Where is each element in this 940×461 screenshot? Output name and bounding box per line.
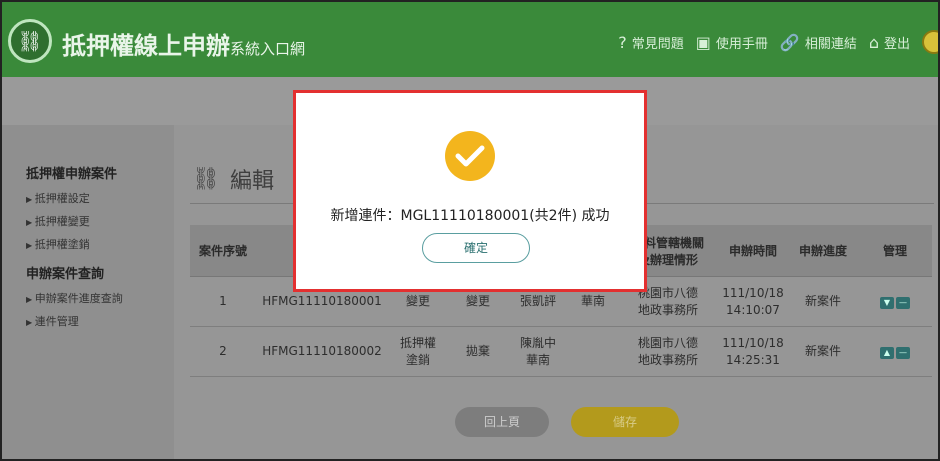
remove-button[interactable]: —: [896, 297, 910, 310]
table-row: 2 HFMG11110180002 抵押權 塗銷 拋棄 陳胤中 華南 桃園市八德…: [190, 326, 932, 377]
manage-cell: ▲ —: [858, 326, 932, 377]
success-dialog: 新增連件：MGL11110180001(共2件) 成功 確定: [293, 90, 647, 292]
manual-icon: ▣: [695, 32, 711, 52]
sidebar: 抵押權申辦案件 抵押權設定 抵押權變更 抵押權塗銷 申辦案件查詢 申辦案件進度查…: [2, 125, 174, 459]
nav-logout[interactable]: ⌂ 登出: [869, 33, 910, 52]
manage-cell: ▼ —: [858, 276, 932, 327]
sidebar-section-cases: 抵押權申辦案件: [26, 167, 118, 182]
edit-icon: ⛓: [192, 166, 220, 192]
top-nav: ? 常見問題 ▣ 使用手冊 🔗 相關連結 ⌂ 登出: [618, 30, 938, 54]
user-avatar[interactable]: [922, 30, 938, 54]
app-header: ⛓ 抵押權線上申辦系統入口網 ? 常見問題 ▣ 使用手冊 🔗 相關連結 ⌂ 登出: [2, 2, 938, 77]
remove-button[interactable]: —: [896, 347, 910, 360]
confirm-button[interactable]: 確定: [422, 233, 530, 263]
sidebar-item-cancel[interactable]: 抵押權塗銷: [26, 236, 174, 252]
sidebar-item-progress[interactable]: 申辦案件進度查詢: [26, 290, 174, 306]
faq-icon: ?: [618, 32, 627, 52]
nav-faq[interactable]: ? 常見問題: [618, 33, 684, 52]
page-title: ⛓ 編輯: [192, 166, 274, 195]
col-status: 申辦進度: [788, 225, 858, 277]
back-button[interactable]: 回上頁: [455, 407, 549, 437]
check-icon: [445, 131, 495, 181]
nav-manual[interactable]: ▣ 使用手冊: [696, 33, 768, 52]
app-title: 抵押權線上申辦系統入口網: [62, 32, 306, 60]
nav-links[interactable]: 🔗 相關連結: [780, 33, 857, 52]
col-seq: 案件序號: [190, 225, 256, 277]
col-time: 申辦時間: [718, 225, 788, 277]
move-down-button[interactable]: ▼: [880, 297, 894, 310]
app-window: ⛓ 抵押權線上申辦系統入口網 ? 常見問題 ▣ 使用手冊 🔗 相關連結 ⌂ 登出 抵押權…: [0, 0, 940, 461]
sidebar-section-query: 申辦案件查詢: [26, 267, 105, 282]
logo-icon: ⛓: [8, 19, 52, 63]
sidebar-item-batch[interactable]: 連件管理: [26, 313, 174, 329]
link-icon: 🔗: [779, 32, 800, 52]
col-manage: 管理: [858, 225, 932, 277]
move-up-button[interactable]: ▲: [880, 347, 894, 360]
logout-icon: ⌂: [868, 32, 879, 52]
sidebar-item-change[interactable]: 抵押權變更: [26, 213, 174, 229]
save-button[interactable]: 儲存: [571, 407, 679, 437]
sidebar-item-setup[interactable]: 抵押權設定: [26, 190, 174, 206]
dialog-message: 新增連件：MGL11110180001(共2件) 成功: [330, 208, 610, 224]
